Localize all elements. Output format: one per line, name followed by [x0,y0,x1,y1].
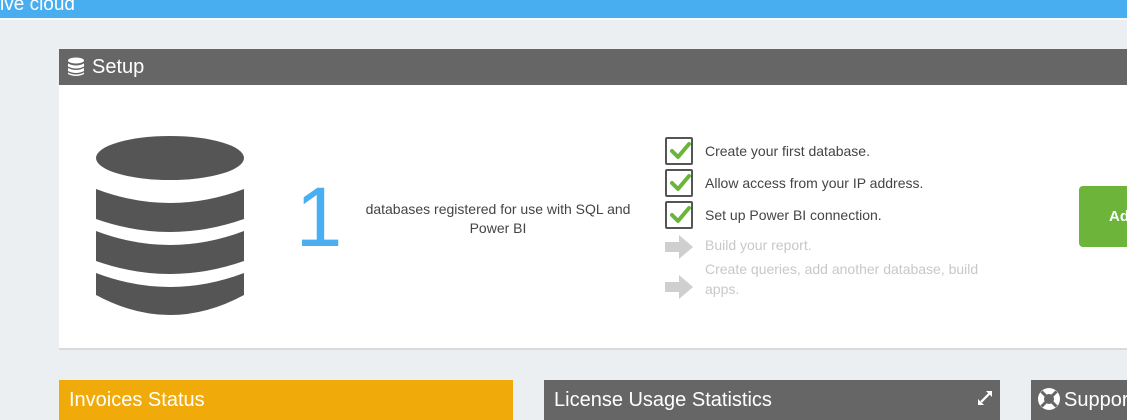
support-title: Suppor [1064,389,1127,411]
step-label: Build your report. [705,237,812,253]
license-usage-title: License Usage Statistics [554,389,772,411]
step-label: Allow access from your IP address. [705,175,924,191]
top-bar: ive cloud [0,0,1127,18]
arrow-right-icon [665,275,693,299]
lifebuoy-icon [1038,388,1060,410]
step-label: Create your first database. [705,143,870,159]
database-count: 1 [295,170,343,264]
checkbox-checked-icon [665,169,693,197]
setup-title: Setup [92,56,145,78]
setup-panel-header: Setup [59,49,1127,85]
checkbox-checked-icon [665,201,693,229]
database-icon [96,136,244,315]
expand-icon[interactable] [976,389,994,407]
database-count-description: databases registered for use with SQL an… [365,201,631,236]
database-icon [68,57,84,76]
invoices-status-title: Invoices Status [69,389,205,411]
step-label: Set up Power BI connection. [705,207,882,223]
checkbox-checked-icon [665,137,693,165]
top-bar-divider [0,18,1127,20]
app-title: ive cloud [0,0,75,15]
invoices-status-header: Invoices Status [59,380,513,420]
add-database-button[interactable]: Ad [1079,186,1127,247]
support-header: Suppor [1031,380,1127,420]
step-label: Create queries, add another database, bu… [705,261,979,297]
license-usage-header: License Usage Statistics [544,380,1000,420]
arrow-right-icon [665,235,693,259]
setup-panel: Setup 1 databases registered for use wit… [59,49,1127,350]
